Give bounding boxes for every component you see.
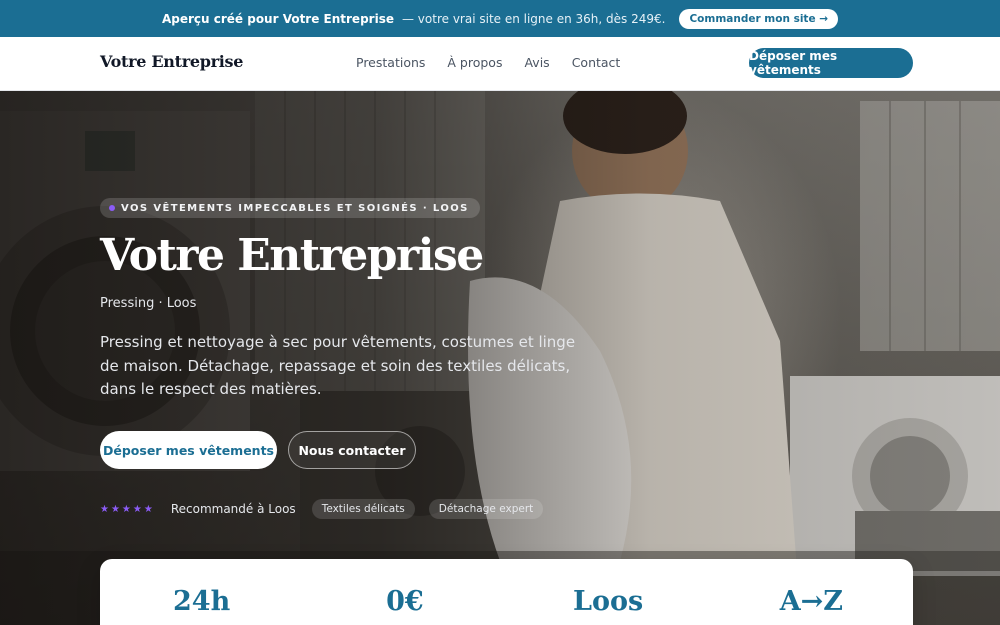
hero-section: VOS VÊTEMENTS IMPECCABLES ET SOIGNÉS · L…	[0, 91, 1000, 625]
main-nav: Prestations À propos Avis Contact	[356, 55, 620, 70]
tag-detachage-expert: Détachage expert	[428, 499, 544, 519]
promo-text: — votre vrai site en ligne en 36h, dès 2…	[401, 11, 666, 26]
nav-link-a-propos[interactable]: À propos	[447, 55, 502, 70]
stat-coverage: A→Z	[779, 586, 844, 617]
trust-row: ★★★★★ Recommandé à Loos Textiles délicat…	[100, 499, 557, 519]
hero-eyebrow-badge: VOS VÊTEMENTS IMPECCABLES ET SOIGNÉS · L…	[100, 198, 480, 218]
stats-card: 24h 0€ Loos A→Z	[100, 559, 913, 625]
stat-price: 0€	[386, 586, 424, 617]
rating-stars-icon: ★★★★★	[100, 503, 155, 515]
drop-off-button[interactable]: Déposer mes vêtements	[100, 431, 277, 469]
rating-text: Recommandé à Loos	[170, 502, 296, 516]
nav-link-contact[interactable]: Contact	[572, 55, 621, 70]
site-header: Votre Entreprise Prestations À propos Av…	[0, 37, 1000, 91]
promo-bar: Aperçu créé pour Votre Entreprise — votr…	[0, 0, 1000, 37]
nav-link-avis[interactable]: Avis	[524, 55, 549, 70]
tag-textiles-delicats: Textiles délicats	[311, 499, 415, 519]
hero-subtitle: Pressing · Loos	[100, 296, 197, 311]
stat-location: Loos	[573, 586, 644, 617]
dot-icon	[109, 205, 115, 211]
hero-title: Votre Entreprise	[100, 230, 484, 281]
hero-eyebrow-text: VOS VÊTEMENTS IMPECCABLES ET SOIGNÉS · L…	[121, 202, 469, 214]
hero-description: Pressing et nettoyage à sec pour vêtemen…	[100, 333, 576, 398]
header-drop-off-button[interactable]: Déposer mes vêtements	[749, 48, 913, 78]
order-site-button[interactable]: Commander mon site →	[679, 8, 839, 29]
brand-logo[interactable]: Votre Entreprise	[100, 52, 243, 71]
contact-button[interactable]: Nous contacter	[288, 431, 416, 469]
nav-link-prestations[interactable]: Prestations	[356, 55, 425, 70]
promo-lead: Aperçu créé pour Votre Entreprise	[161, 11, 394, 26]
stat-turnaround: 24h	[173, 586, 231, 617]
